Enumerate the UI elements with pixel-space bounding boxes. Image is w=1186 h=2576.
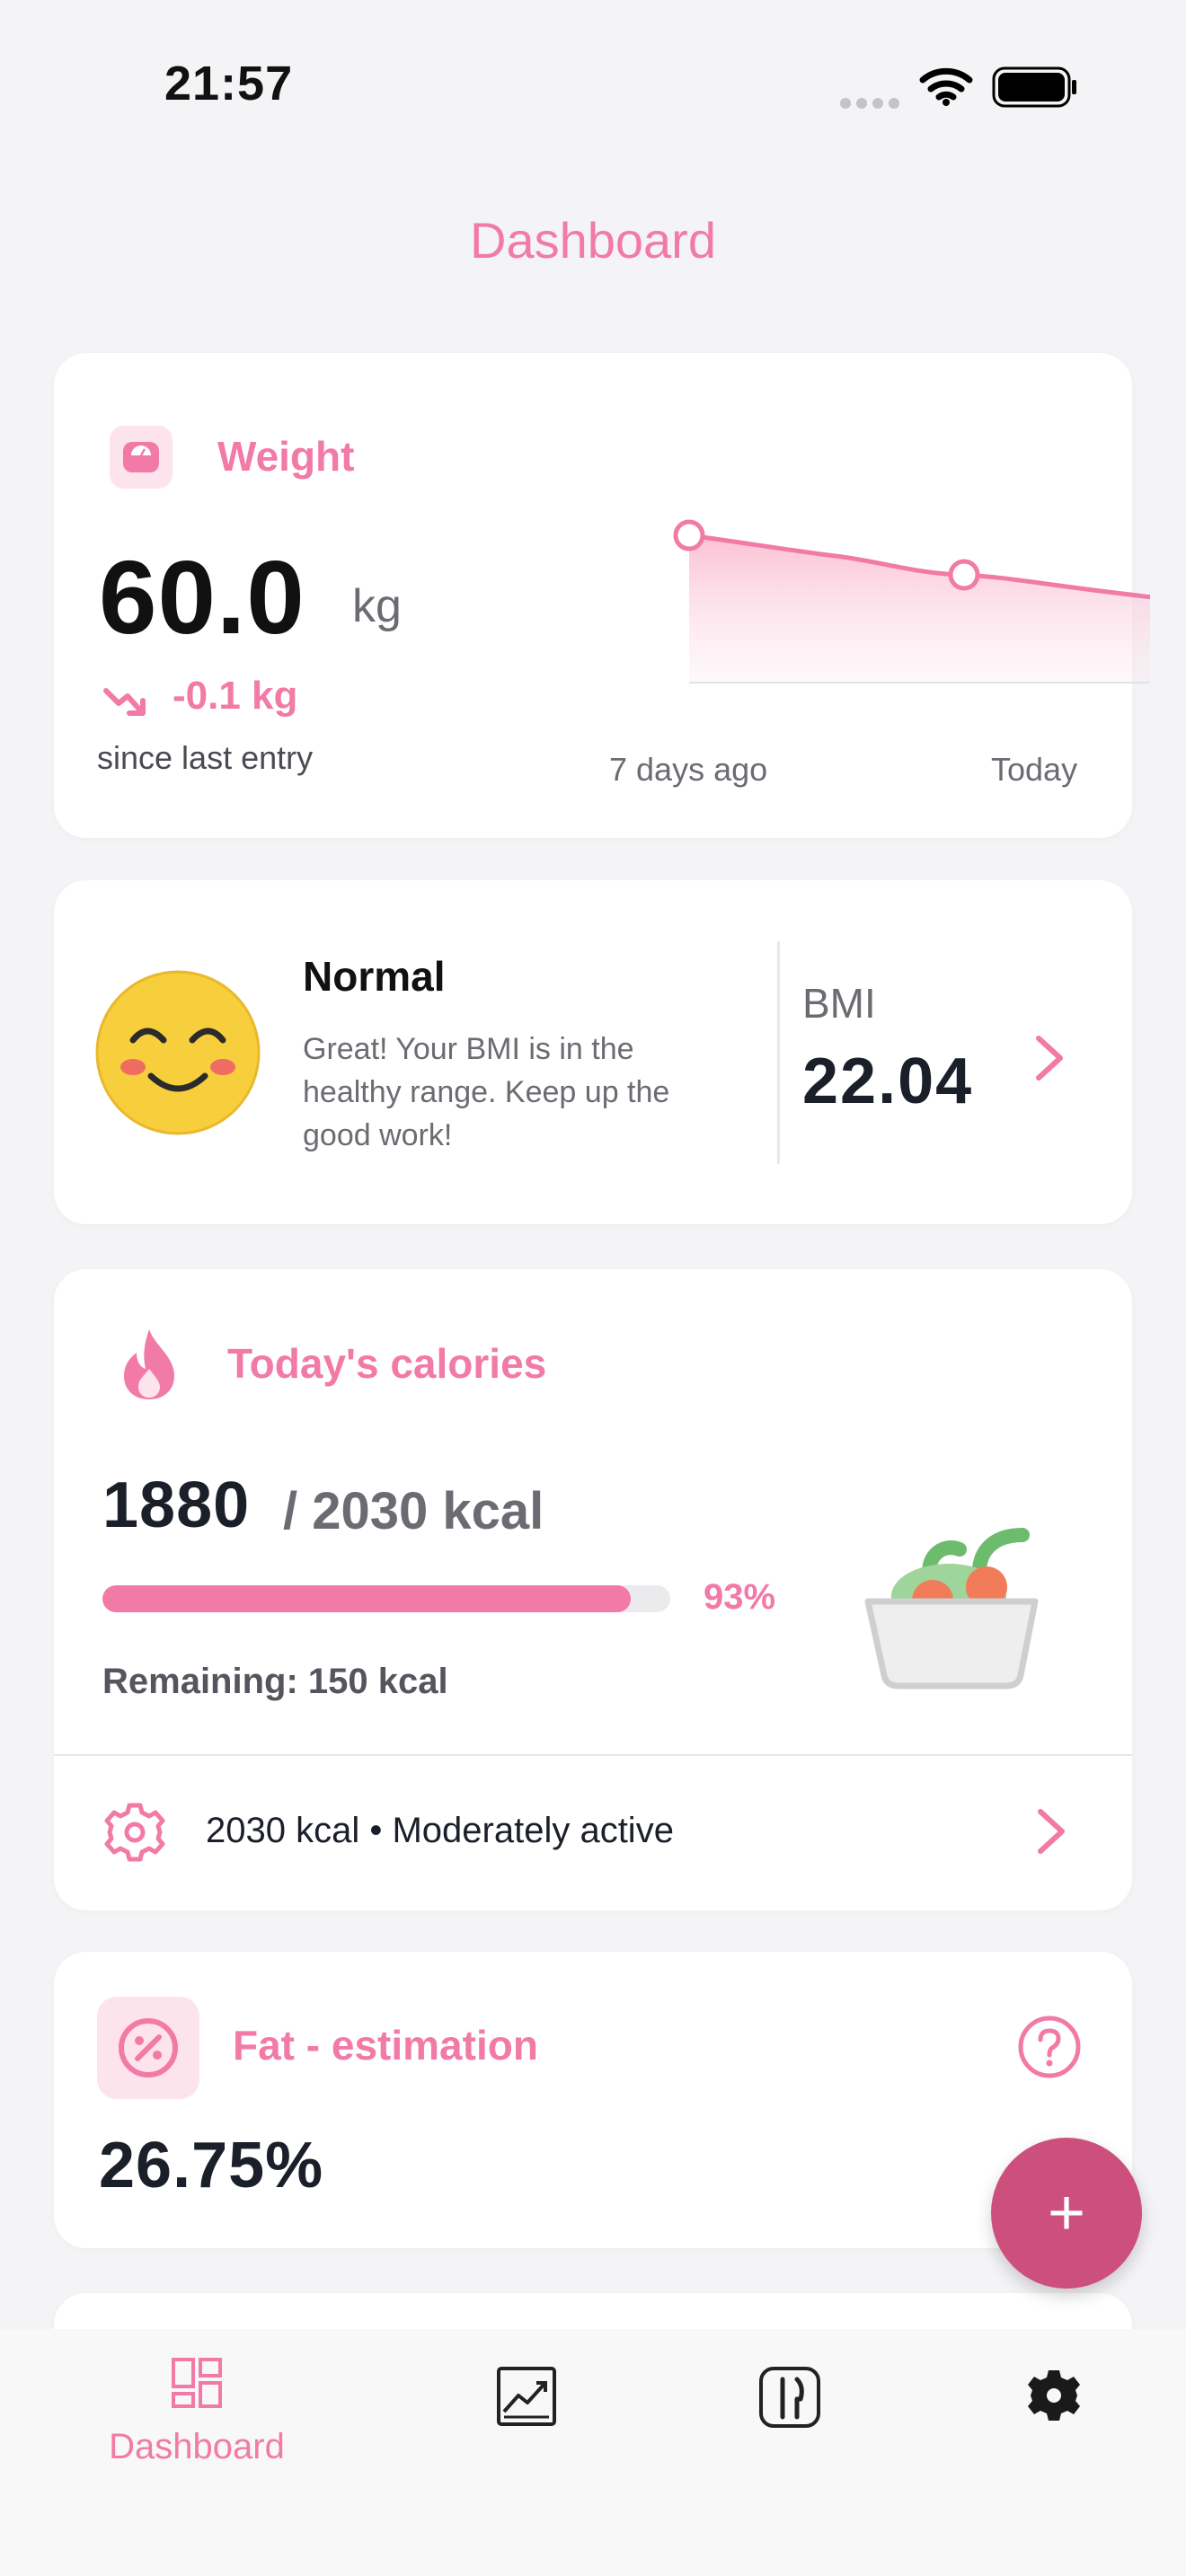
salad-bowl-icon <box>864 1528 1039 1689</box>
tab-settings[interactable] <box>951 2367 1157 2429</box>
weight-change: -0.1 kg <box>173 674 298 718</box>
calories-progress-bar <box>102 1585 670 1612</box>
sparkline-point <box>673 519 705 551</box>
fat-title: Fat - estimation <box>233 2022 538 2069</box>
cellular-signal-icon <box>840 97 905 113</box>
percent-gauge-icon <box>97 1997 199 2099</box>
flame-icon <box>124 1329 174 1399</box>
help-icon[interactable] <box>1017 2015 1082 2079</box>
weight-value: 60.0 <box>99 539 305 656</box>
bmi-label: BMI <box>802 980 876 1027</box>
dashboard-icon <box>172 2358 222 2408</box>
wifi-icon <box>919 67 973 106</box>
battery-icon <box>992 66 1076 108</box>
weight-title: Weight <box>217 433 355 480</box>
bmi-status: Normal <box>303 953 446 1000</box>
page-title: Dashboard <box>470 212 716 269</box>
bmi-divider <box>777 941 780 1164</box>
chart-end-label: Today <box>991 751 1078 788</box>
calories-progress-label: 93% <box>704 1577 776 1617</box>
sparkline-point <box>948 559 980 591</box>
cutlery-icon <box>759 2367 820 2428</box>
tab-bar: Dashboard <box>0 2329 1186 2576</box>
bmi-value: 22.04 <box>802 1045 974 1117</box>
weight-sparkline <box>673 519 1150 684</box>
gear-icon <box>1028 2370 1080 2421</box>
chart-start-label: 7 days ago <box>609 751 768 788</box>
weight-since-label: since last entry <box>97 739 314 776</box>
tab-label-dashboard: Dashboard <box>109 2427 285 2466</box>
sparkline-area <box>689 535 1150 683</box>
smiley-face-icon <box>95 970 261 1135</box>
calories-consumed: 1880 <box>102 1469 251 1541</box>
tab-meals[interactable] <box>686 2365 893 2434</box>
bmi-card[interactable]: Normal Great! Your BMI is in the healthy… <box>54 880 1132 1224</box>
weight-unit: kg <box>352 580 402 632</box>
weight-card[interactable]: Weight 60.0 kg -0.1 kg since last entry … <box>54 353 1150 838</box>
chevron-right-icon[interactable] <box>1031 1033 1067 1083</box>
chevron-right-icon[interactable] <box>1033 1806 1069 1857</box>
chart-icon <box>497 2367 556 2426</box>
calories-title: Today's calories <box>227 1340 547 1387</box>
calories-remaining: Remaining: 150 kcal <box>102 1662 448 1701</box>
fat-value: 26.75% <box>99 2130 324 2201</box>
bmi-description: Great! Your BMI is in the healthy range.… <box>303 1032 670 1152</box>
fat-card[interactable]: Fat - estimation 26.75% <box>54 1952 1132 2248</box>
sparkline-end-point <box>1103 581 1104 582</box>
calories-divider <box>54 1754 1132 1756</box>
calories-card[interactable]: Today's calories 1880 / 2030 kcal 93% Re… <box>54 1269 1132 1910</box>
calorie-settings-summary[interactable]: 2030 kcal • Moderately active <box>206 1811 674 1851</box>
trend-down-icon <box>103 688 146 716</box>
status-time: 21:57 <box>164 57 294 110</box>
tab-dashboard[interactable]: Dashboard <box>93 2356 300 2467</box>
calories-goal: / 2030 kcal <box>283 1482 544 1540</box>
plus-icon: + <box>1047 2177 1086 2249</box>
gear-icon <box>104 1803 165 1862</box>
calories-progress-fill <box>102 1585 631 1612</box>
scale-icon <box>110 426 173 489</box>
tab-progress[interactable] <box>423 2365 630 2432</box>
add-entry-button[interactable]: + <box>991 2138 1142 2289</box>
